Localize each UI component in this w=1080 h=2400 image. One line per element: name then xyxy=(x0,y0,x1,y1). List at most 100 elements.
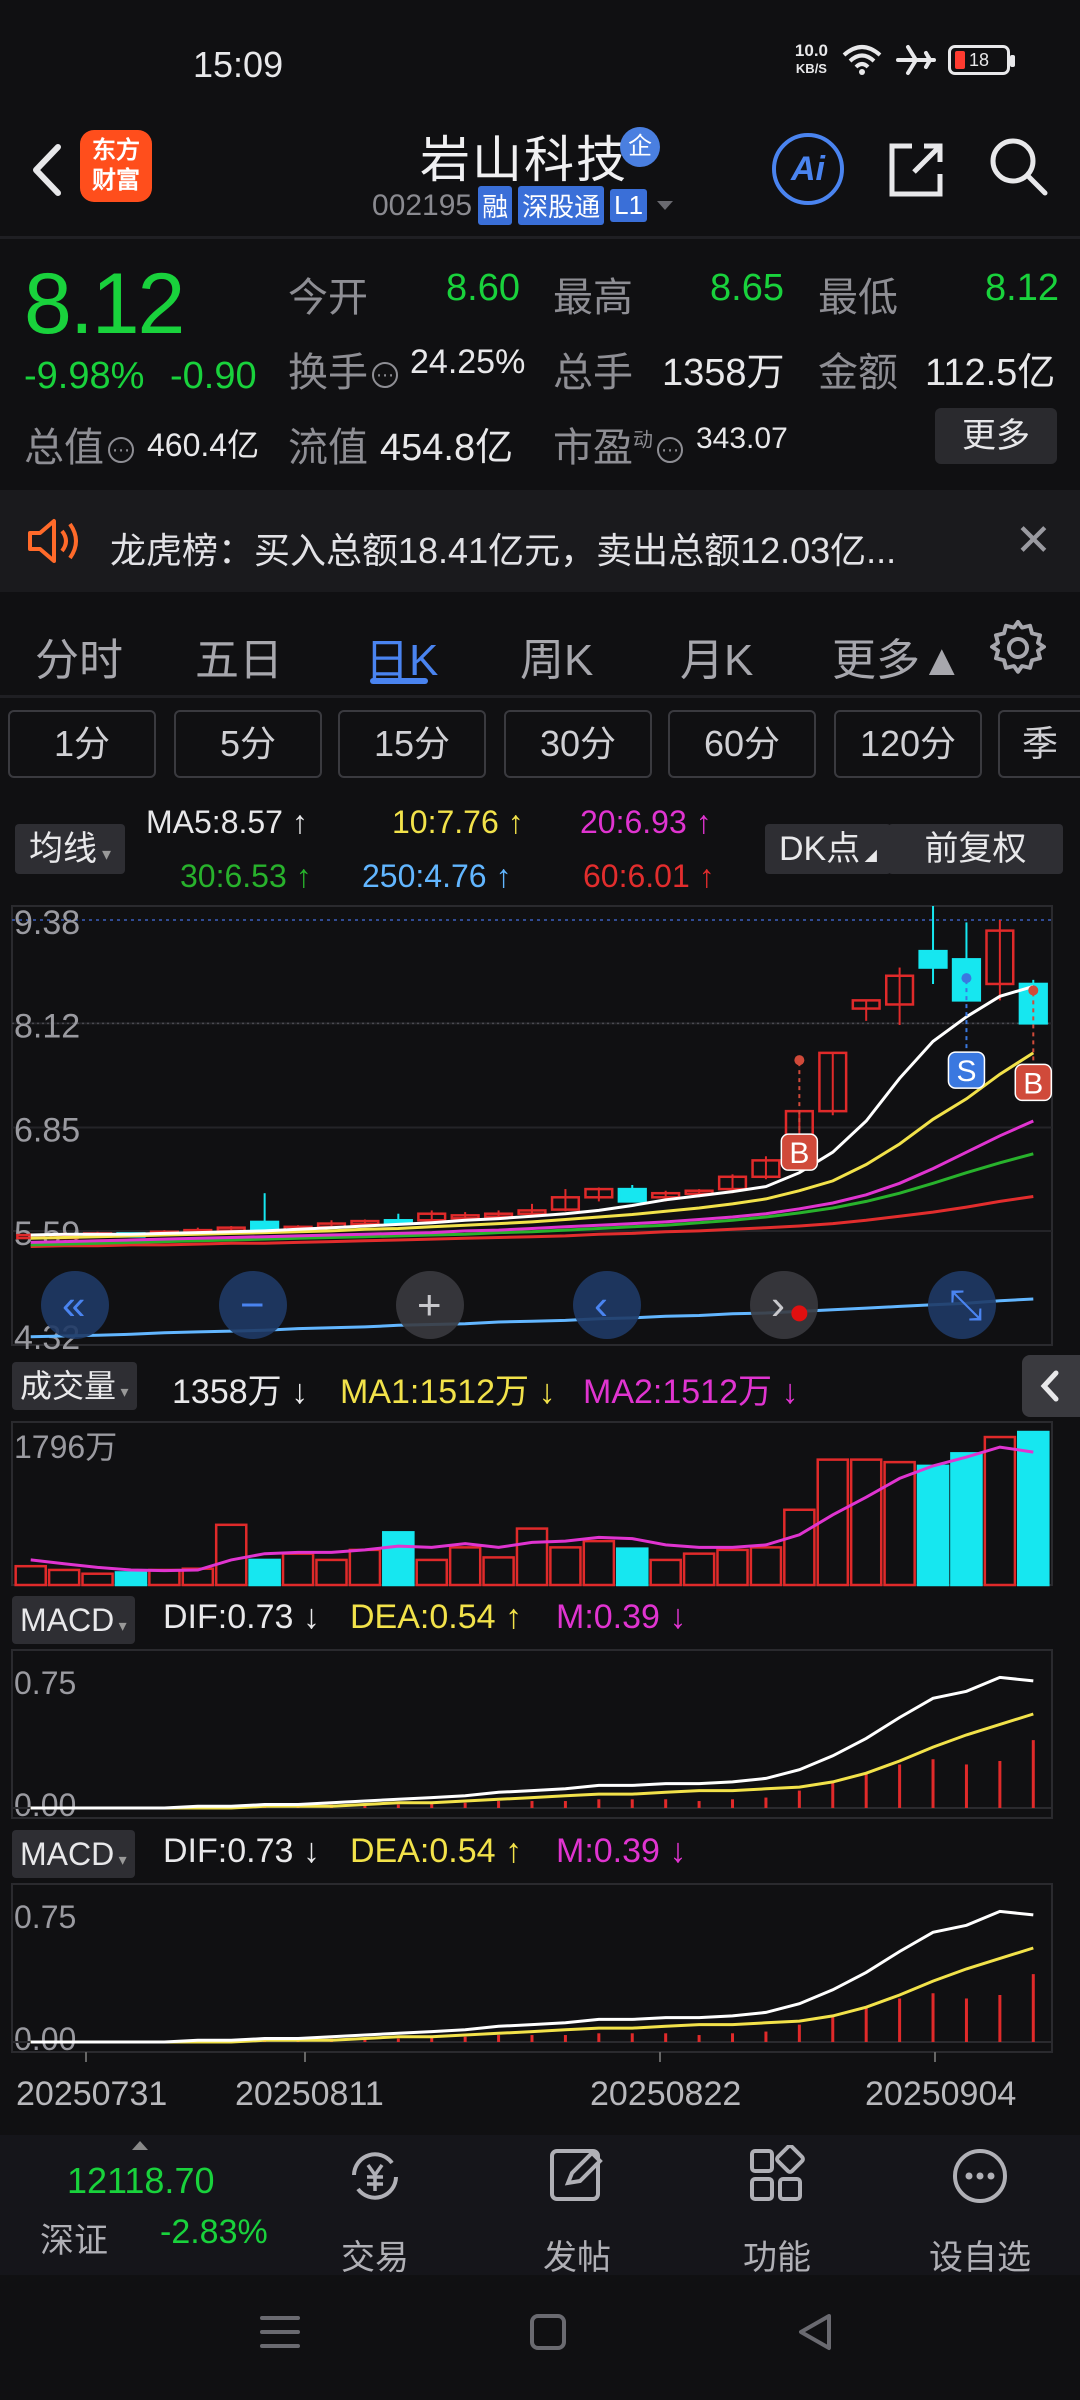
forward-adjust-button[interactable]: 前复权 xyxy=(888,824,1063,874)
share-icon[interactable] xyxy=(884,136,950,202)
minute-tab-15[interactable]: 15分 xyxy=(338,710,486,778)
index-name[interactable]: 深证 xyxy=(40,2213,108,2262)
macd2-selector-button[interactable]: MACD ▾ xyxy=(12,1830,135,1878)
date-label: 20250811 xyxy=(235,2075,384,2113)
signal-dot xyxy=(961,973,972,984)
close-icon[interactable]: ✕ xyxy=(1015,515,1052,566)
ma-selector-button[interactable]: 均线 ▾ xyxy=(15,824,125,874)
volume-bar xyxy=(716,1548,749,1587)
ma20-line xyxy=(30,1119,1034,1244)
high-value: 8.65 xyxy=(710,267,784,309)
price-panel-frame xyxy=(11,905,1053,1346)
minute-tab-120[interactable]: 120分 xyxy=(834,710,982,778)
volume-bar xyxy=(281,1552,315,1587)
minute-tab-quarter[interactable]: 季 xyxy=(998,710,1080,778)
back-icon[interactable] xyxy=(795,2312,835,2352)
divider xyxy=(0,236,1080,239)
period-tabs: 分时 五日 日K 周K 月K 更多▲ xyxy=(0,612,1080,702)
price-axis-label: 6.85 xyxy=(14,1112,80,1150)
candle xyxy=(617,1187,647,1203)
minute-tab-1[interactable]: 1分 xyxy=(8,710,156,778)
volume-bar xyxy=(214,1523,248,1587)
volume-value: 1358万 ↓ xyxy=(172,1373,309,1411)
back-arrow-icon[interactable] xyxy=(20,135,80,205)
macd2-m: M:0.39 ↓ xyxy=(556,1832,687,1870)
tab-more[interactable]: 更多▲ xyxy=(832,624,964,688)
volume-bar xyxy=(649,1558,682,1587)
volume-bar xyxy=(883,1460,916,1587)
kline-chart[interactable]: 9.388.126.855.594.32SBB« − + ‹ › ⤡1796万0.750.… xyxy=(0,900,1080,2135)
ai-button[interactable]: Ai xyxy=(772,133,844,205)
date-label: 20250731 xyxy=(16,2075,167,2113)
ma30-value: 30:6.53 ↑ xyxy=(180,858,312,894)
crosshair-dot xyxy=(791,1305,808,1322)
ma20-value: 20:6.93 ↑ xyxy=(580,804,712,840)
tab-five-day[interactable]: 五日 xyxy=(195,624,283,688)
collapse-panel-button[interactable] xyxy=(1022,1355,1080,1417)
stock-code-line[interactable]: 002195 融 深股通 L1 xyxy=(372,186,677,225)
ma10-value: 10:7.76 ↑ xyxy=(392,804,524,840)
volume-bar xyxy=(448,1546,482,1587)
macd-axis-label: 0.75 xyxy=(14,1665,76,1701)
tab-monthly-k[interactable]: 月K xyxy=(680,624,753,688)
turnover-value: 24.25% xyxy=(410,343,526,381)
functions-button[interactable]: 功能 xyxy=(717,2144,837,2279)
dk-point-button[interactable]: DK点 ◢ xyxy=(765,824,891,874)
info-icon[interactable]: ⋯ xyxy=(372,362,398,389)
chevron-left-icon xyxy=(1040,1370,1059,1402)
next-icon: › xyxy=(771,1281,785,1328)
volume-bar xyxy=(415,1558,449,1587)
notice-text[interactable]: 龙虎榜：买入总额18.41亿元，卖出总额12.03亿... xyxy=(110,522,896,574)
volume-ma-line xyxy=(30,1445,1034,1573)
menu-icon[interactable] xyxy=(258,2312,302,2352)
more-button[interactable]: 更多 xyxy=(935,408,1057,464)
minute-tab-5[interactable]: 5分 xyxy=(174,710,322,778)
volume-value: 1358万 xyxy=(662,352,785,394)
info-icon[interactable]: ⋯ xyxy=(108,437,134,464)
price-axis-label: 9.38 xyxy=(14,904,80,942)
minute-period-row: 1分 5分 15分 30分 60分 120分 季 xyxy=(0,710,1080,780)
macd-selector-button[interactable]: MACD ▾ xyxy=(12,1596,135,1644)
ma250-line xyxy=(30,1297,1034,1339)
volume-bar xyxy=(148,1568,181,1587)
info-icon[interactable]: ⋯ xyxy=(657,437,683,464)
change-amount: -0.90 xyxy=(170,355,257,397)
volume-bar xyxy=(983,1435,1017,1587)
signal-dot xyxy=(1028,985,1039,996)
amount-label: 金额 xyxy=(818,351,898,395)
index-change[interactable]: -2.83% xyxy=(160,2213,268,2252)
enterprise-badge[interactable]: 企 xyxy=(620,127,660,167)
tag-margin: 融 xyxy=(478,186,513,225)
volume-bar xyxy=(615,1547,649,1587)
candle xyxy=(918,949,948,969)
macd-dif: DIF:0.73 ↓ xyxy=(163,1598,320,1636)
expand-up-icon[interactable] xyxy=(130,2138,150,2152)
minute-tab-30[interactable]: 30分 xyxy=(504,710,652,778)
post-button[interactable]: 发帖 xyxy=(517,2145,637,2279)
macd-dif-line xyxy=(30,1675,1034,1810)
trade-button[interactable]: 交易 xyxy=(315,2145,435,2279)
volume-bar xyxy=(783,1508,816,1587)
volume-bar xyxy=(315,1558,348,1587)
edit-icon xyxy=(550,2149,603,2201)
ma250-value: 250:4.76 ↑ xyxy=(362,858,512,894)
amount-value: 112.5亿 xyxy=(925,352,1056,394)
settings-gear-icon[interactable] xyxy=(990,620,1046,676)
tab-intraday[interactable]: 分时 xyxy=(35,624,123,688)
turnover-label: 换手 ⋯ xyxy=(288,340,402,398)
add-watchlist-button[interactable]: 设自选 xyxy=(920,2145,1040,2279)
search-icon[interactable] xyxy=(985,133,1051,199)
signal-dot xyxy=(794,1055,805,1066)
zoom-out-icon: − xyxy=(240,1281,265,1328)
speaker-icon xyxy=(28,519,78,563)
volume-panel-frame xyxy=(11,1421,1053,1586)
home-icon[interactable] xyxy=(528,2312,568,2352)
volume-selector-button[interactable]: 成交量 ▾ xyxy=(12,1362,137,1410)
tab-weekly-k[interactable]: 周K xyxy=(520,624,593,688)
macd-panel-frame xyxy=(11,1883,1053,2053)
app-logo: 东方 财富 xyxy=(80,130,152,202)
index-value[interactable]: 12118.70 xyxy=(67,2160,214,2202)
prev-icon: ‹ xyxy=(594,1281,608,1328)
minute-tab-60[interactable]: 60分 xyxy=(668,710,816,778)
volume-bar xyxy=(47,1568,81,1587)
